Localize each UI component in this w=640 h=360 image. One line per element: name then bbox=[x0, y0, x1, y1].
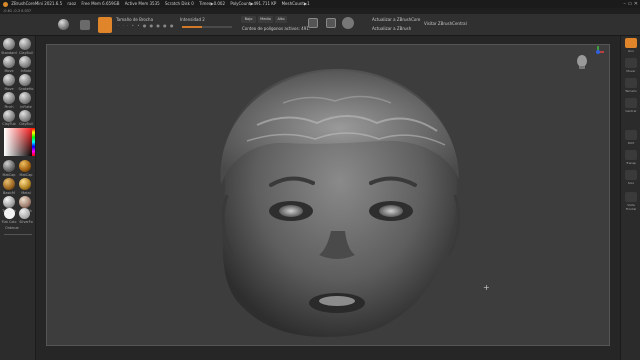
title-item: Scratch Disk 0 bbox=[164, 1, 194, 6]
right-label: Vista Frontal bbox=[625, 203, 637, 211]
front-view-button[interactable] bbox=[625, 192, 637, 202]
brush-label: ClayBuil bbox=[19, 51, 33, 55]
orientation-head-icon[interactable] bbox=[576, 54, 588, 70]
skinshade-material-icon[interactable] bbox=[19, 196, 31, 208]
material-label: Metal bbox=[21, 191, 31, 195]
solo-button[interactable] bbox=[625, 170, 637, 180]
silver-swatch[interactable] bbox=[19, 208, 30, 219]
brush-size-label: Tamaño de Brocha bbox=[116, 17, 154, 22]
toyplastic-material-icon[interactable] bbox=[3, 196, 15, 208]
right-label: Tamaño bbox=[625, 89, 637, 93]
center-view-button[interactable] bbox=[625, 98, 637, 108]
right-view-panel: Giro Mover Tamaño Centrar Polif Transp S… bbox=[620, 36, 640, 360]
brush-inflate2-icon[interactable] bbox=[19, 92, 31, 104]
metal-material-icon[interactable] bbox=[19, 178, 31, 190]
3d-viewport[interactable]: + bbox=[46, 44, 610, 346]
title-item: raoz bbox=[67, 1, 77, 6]
title-item: Timer▶0.002 bbox=[199, 1, 226, 6]
visit-central-link[interactable]: Visitar ZBrushCentral bbox=[424, 21, 467, 26]
brush-label: ClayTub bbox=[2, 122, 16, 126]
brush-label: Standard bbox=[1, 51, 17, 55]
bajo-button[interactable]: Bajo bbox=[241, 16, 256, 23]
render-icon[interactable] bbox=[308, 18, 318, 28]
title-item: Active Mem 3535 bbox=[124, 1, 160, 6]
polyframe-button[interactable] bbox=[625, 130, 637, 140]
move-tool-icon[interactable] bbox=[80, 20, 90, 30]
zbrush-window: ZBrushCoreMini 2021.6.5 raoz Free Mem 6.… bbox=[0, 0, 640, 360]
brush-label: Pinch bbox=[4, 105, 14, 109]
right-label: Giro bbox=[627, 49, 635, 53]
brush-pinch-icon[interactable] bbox=[3, 92, 15, 104]
axis-gizmo-icon[interactable] bbox=[590, 44, 606, 60]
brush-claybuildup-icon[interactable] bbox=[19, 38, 31, 50]
title-item: PolyCount▶491.711 KP bbox=[230, 1, 277, 6]
upgrade-core-link[interactable]: Actualizar a ZBrushCore bbox=[372, 17, 420, 22]
intensity-slider[interactable] bbox=[182, 26, 232, 28]
medio-button[interactable]: Medio bbox=[258, 16, 273, 23]
brush-snakehook-icon[interactable] bbox=[19, 74, 31, 86]
right-label: Mover bbox=[626, 69, 636, 73]
title-item: MeshCount▶1 bbox=[281, 1, 310, 6]
top-toolbar: Tamaño de Brocha · · · • • ● ● ● ● ● Int… bbox=[0, 14, 640, 36]
transparency-button[interactable] bbox=[625, 150, 637, 160]
app-title: ZBrushCoreMini 2021.6.5 bbox=[11, 1, 63, 6]
swatch-label: Flat Colo bbox=[1, 220, 17, 224]
alto-button[interactable]: Alto bbox=[275, 16, 287, 23]
sculpted-head-model[interactable] bbox=[47, 45, 611, 347]
brush-label: InFlate bbox=[20, 105, 32, 109]
ordenar-label[interactable]: Ordenar bbox=[0, 226, 24, 230]
brush-label: Move bbox=[4, 87, 14, 91]
right-label: Polif bbox=[627, 141, 635, 145]
flat-color-swatch[interactable] bbox=[4, 208, 15, 219]
active-polycount: Conteo de polígonos activos: 491. bbox=[242, 26, 311, 31]
snapshot-icon[interactable] bbox=[326, 18, 336, 28]
upgrade-zbrush-link[interactable]: Actualizar a ZBrush bbox=[372, 26, 411, 31]
left-tool-panel: Standard ClayBuil Move Inflate Move Snak… bbox=[0, 36, 36, 360]
right-label: Solo bbox=[627, 181, 635, 185]
brush-label: Inflate bbox=[20, 69, 32, 73]
brush-label: SnakeHo bbox=[18, 87, 34, 91]
material-label: MatCap bbox=[19, 173, 33, 177]
brush-claybuildup2-icon[interactable] bbox=[19, 110, 31, 122]
app-logo-icon bbox=[3, 1, 8, 7]
brush-label: Move bbox=[4, 69, 14, 73]
brush-inflate-icon[interactable] bbox=[19, 56, 31, 68]
crosshair-cursor-icon: + bbox=[483, 283, 490, 292]
draw-mode-button[interactable] bbox=[98, 17, 112, 33]
brush-claytubes-icon[interactable] bbox=[3, 110, 15, 122]
brush-label: ClayBuil bbox=[19, 122, 33, 126]
color-picker[interactable] bbox=[4, 128, 32, 156]
matcap-material-icon[interactable] bbox=[3, 160, 15, 172]
basic-material-icon[interactable] bbox=[3, 178, 15, 190]
material-label: BasicM bbox=[3, 191, 15, 195]
symmetry-icon[interactable] bbox=[342, 17, 354, 29]
window-controls[interactable]: – ▭ ✕ bbox=[623, 0, 638, 8]
brush-move2-icon[interactable] bbox=[3, 74, 15, 86]
brush-size-presets[interactable]: · · · • • ● ● ● ● ● bbox=[118, 23, 174, 28]
brush-standard-icon[interactable] bbox=[3, 38, 15, 50]
panel-divider bbox=[4, 234, 32, 235]
swatch-label: SilverFo bbox=[19, 220, 33, 224]
title-bar: ZBrushCoreMini 2021.6.5 raoz Free Mem 6.… bbox=[0, 0, 640, 8]
right-label: Transp bbox=[626, 161, 636, 165]
material-label: MatCap bbox=[2, 173, 16, 177]
intensity-label: Intensidad 2 bbox=[180, 17, 205, 22]
title-item: Free Mem 6.659GB bbox=[81, 1, 120, 6]
matcap2-material-icon[interactable] bbox=[19, 160, 31, 172]
move-view-button[interactable] bbox=[625, 58, 637, 68]
scale-view-button[interactable] bbox=[625, 78, 637, 88]
right-label: Centrar bbox=[625, 109, 637, 113]
hue-slider[interactable] bbox=[32, 128, 35, 156]
sphere-icon[interactable] bbox=[58, 19, 69, 30]
rotate-view-button[interactable] bbox=[625, 38, 637, 48]
brush-move-icon[interactable] bbox=[3, 56, 15, 68]
